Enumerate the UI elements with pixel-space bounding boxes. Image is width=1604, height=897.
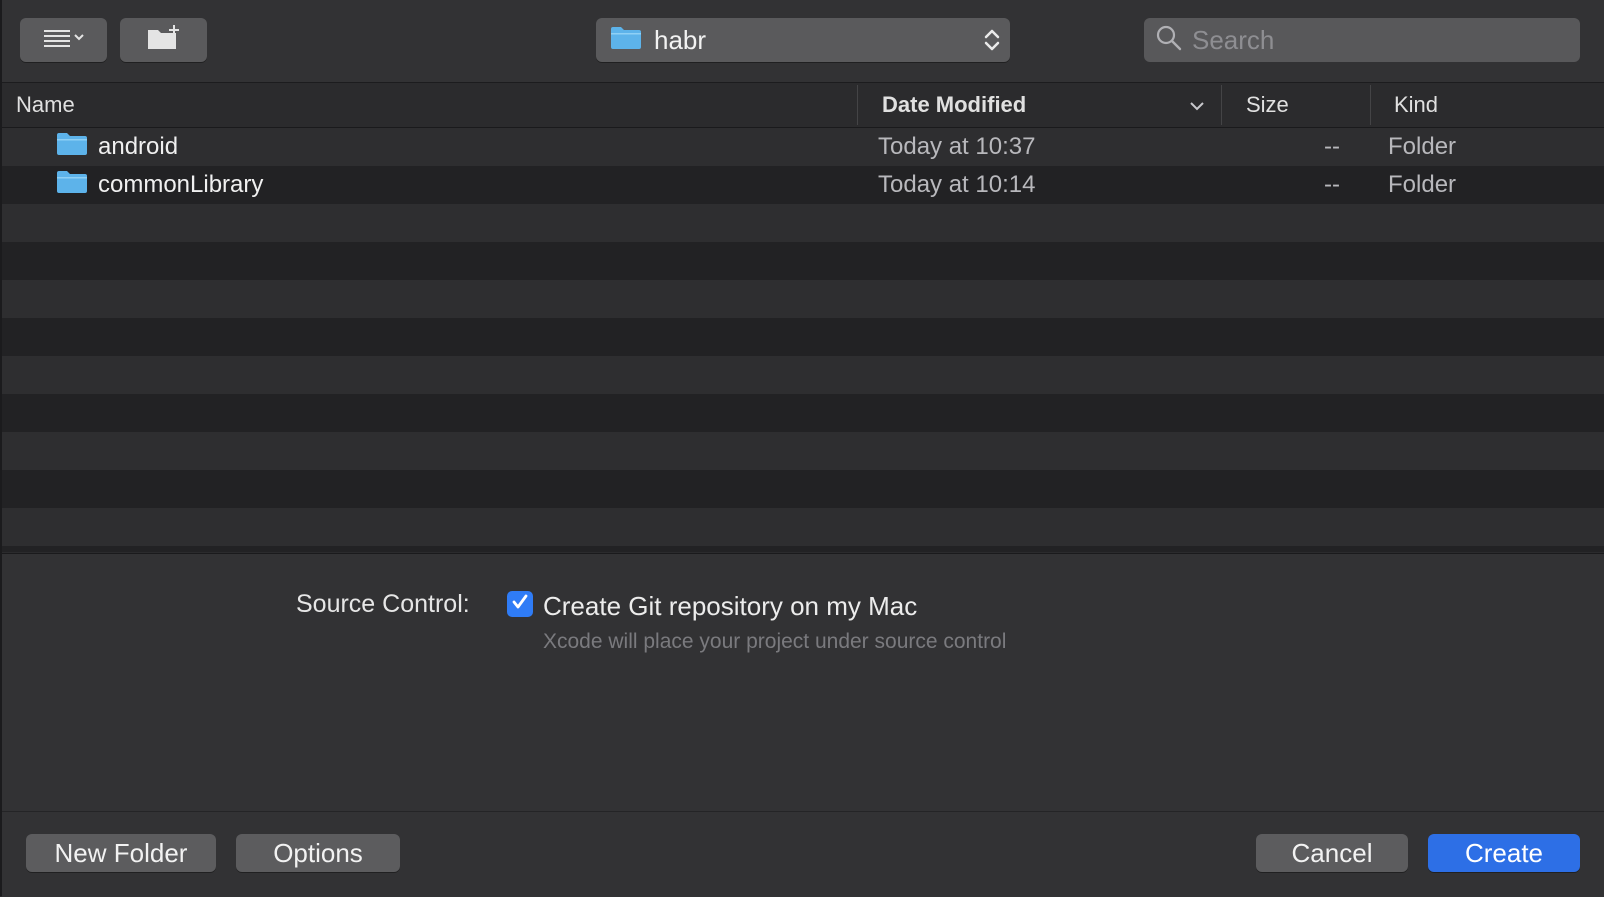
table-row[interactable]: commonLibrary Today at 10:14 -- Folder bbox=[2, 166, 1604, 204]
new-folder-toolbar-button[interactable] bbox=[120, 18, 207, 62]
folder-icon bbox=[56, 170, 88, 201]
save-dialog: habr Name Date Modified bbox=[0, 0, 1604, 897]
checkmark-icon bbox=[510, 592, 530, 617]
updown-chevron-icon bbox=[982, 26, 1002, 59]
options-button[interactable]: Options bbox=[236, 834, 400, 872]
options-panel: Source Control: Create Git repository on… bbox=[2, 553, 1604, 812]
empty-row bbox=[2, 394, 1604, 432]
empty-row bbox=[2, 204, 1604, 242]
kind-cell: Folder bbox=[1388, 133, 1457, 160]
table-row[interactable]: android Today at 10:37 -- Folder bbox=[2, 128, 1604, 166]
empty-row bbox=[2, 280, 1604, 318]
header-name[interactable]: Name bbox=[16, 83, 75, 127]
git-repository-checkbox[interactable] bbox=[507, 591, 533, 617]
column-divider[interactable] bbox=[1370, 85, 1371, 125]
header-kind[interactable]: Kind bbox=[1394, 83, 1438, 127]
location-popup[interactable]: habr bbox=[596, 18, 1010, 62]
cancel-button[interactable]: Cancel bbox=[1256, 834, 1408, 872]
date-cell: Today at 10:37 bbox=[878, 133, 1036, 160]
file-name: android bbox=[98, 133, 179, 160]
empty-row bbox=[2, 470, 1604, 508]
kind-cell: Folder bbox=[1388, 171, 1457, 198]
header-date-modified[interactable]: Date Modified bbox=[882, 83, 1212, 127]
header-size[interactable]: Size bbox=[1246, 83, 1289, 127]
file-list: android Today at 10:37 -- Folder commonL… bbox=[2, 128, 1604, 552]
empty-row bbox=[2, 432, 1604, 470]
date-cell: Today at 10:14 bbox=[878, 171, 1036, 198]
folder-icon bbox=[610, 26, 642, 55]
column-divider[interactable] bbox=[857, 85, 858, 125]
new-folder-icon bbox=[145, 24, 183, 57]
source-control-hint: Xcode will place your project under sour… bbox=[543, 630, 1007, 653]
empty-row bbox=[2, 242, 1604, 280]
location-label: habr bbox=[654, 24, 707, 55]
empty-row bbox=[2, 508, 1604, 546]
new-folder-button[interactable]: New Folder bbox=[26, 834, 216, 872]
chevron-down-icon bbox=[1188, 95, 1206, 121]
bottom-bar: New Folder Options Cancel Create bbox=[2, 811, 1604, 897]
search-icon bbox=[1156, 25, 1182, 56]
column-divider[interactable] bbox=[1221, 85, 1222, 125]
name-cell: android bbox=[56, 128, 178, 166]
create-button[interactable]: Create bbox=[1428, 834, 1580, 872]
folder-icon bbox=[56, 132, 88, 163]
search-input[interactable] bbox=[1190, 23, 1554, 57]
name-cell: commonLibrary bbox=[56, 166, 263, 204]
file-name: commonLibrary bbox=[98, 171, 264, 198]
column-headers: Name Date Modified Size Kind bbox=[2, 83, 1604, 128]
toolbar: habr bbox=[2, 0, 1604, 83]
search-field[interactable] bbox=[1144, 18, 1580, 62]
view-mode-button[interactable] bbox=[20, 18, 107, 62]
empty-row bbox=[2, 356, 1604, 394]
source-control-label: Source Control: bbox=[296, 590, 470, 618]
empty-row bbox=[2, 318, 1604, 356]
git-repository-label[interactable]: Create Git repository on my Mac bbox=[543, 591, 917, 622]
size-cell: -- bbox=[1324, 133, 1340, 160]
size-cell: -- bbox=[1324, 171, 1340, 198]
empty-row bbox=[2, 546, 1604, 552]
list-view-icon bbox=[42, 27, 86, 54]
